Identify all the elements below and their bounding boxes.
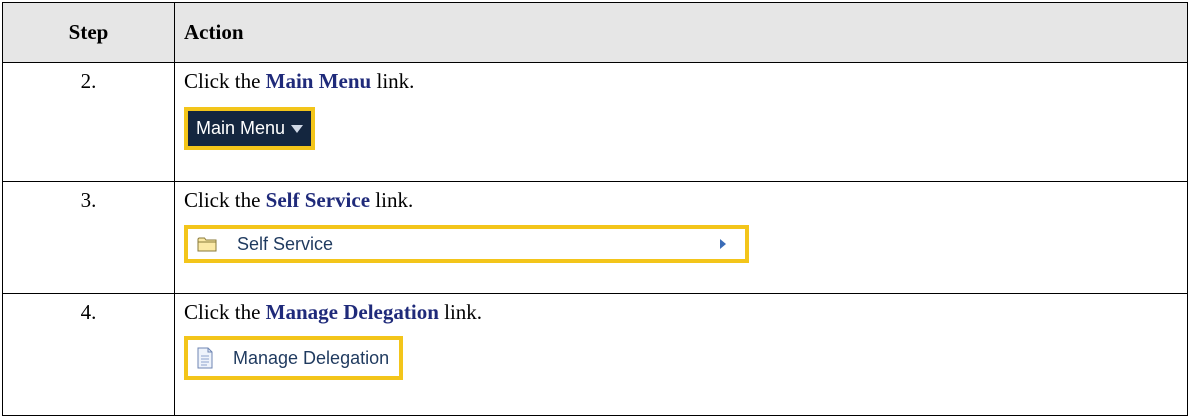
instruction-suffix: link. [370,188,414,212]
table-header-row: Step Action [2,2,1188,63]
manage-delegation-label: Manage Delegation [233,347,390,368]
manage-delegation-menu-item[interactable]: Manage Delegation [184,336,404,380]
instruction-link-name: Main Menu [265,69,372,93]
instruction-link-name: Self Service [265,188,371,212]
header-step: Step [2,2,175,63]
instruction-prefix: Click the [184,69,266,93]
table-row: 3. Click the Self Service link. Self Ser… [2,181,1188,294]
action-cell: Click the Main Menu link. Main Menu [174,62,1188,182]
action-cell: Click the Manage Delegation link. Manage… [174,293,1188,416]
instruction-suffix: link. [371,69,415,93]
instruction-prefix: Click the [184,300,266,324]
table-row: 2. Click the Main Menu link. Main Menu [2,62,1188,182]
instruction-text: Click the Main Menu link. [184,69,1187,94]
highlight-frame: Main Menu [184,107,316,150]
self-service-menu-item[interactable]: Self Service [184,225,749,263]
self-service-label: Self Service [237,233,334,254]
procedure-table: Step Action 2. Click the Main Menu link.… [2,2,1188,416]
chevron-right-icon [720,239,726,249]
instruction-text: Click the Self Service link. [184,188,1187,213]
step-number: 3. [2,181,175,294]
chevron-down-icon [291,124,304,133]
instruction-link-name: Manage Delegation [265,300,439,324]
instruction-prefix: Click the [184,188,266,212]
folder-icon [197,237,217,252]
main-menu-label: Main Menu [196,118,286,138]
instruction-text: Click the Manage Delegation link. [184,300,1187,325]
action-cell: Click the Self Service link. Self Servic… [174,181,1188,294]
step-number: 4. [2,293,175,416]
step-number: 2. [2,62,175,182]
header-action: Action [174,2,1188,63]
table-row: 4. Click the Manage Delegation link. Man… [2,293,1188,416]
document-icon [197,347,213,369]
main-menu-button[interactable]: Main Menu [188,111,312,146]
instruction-suffix: link. [438,300,483,324]
